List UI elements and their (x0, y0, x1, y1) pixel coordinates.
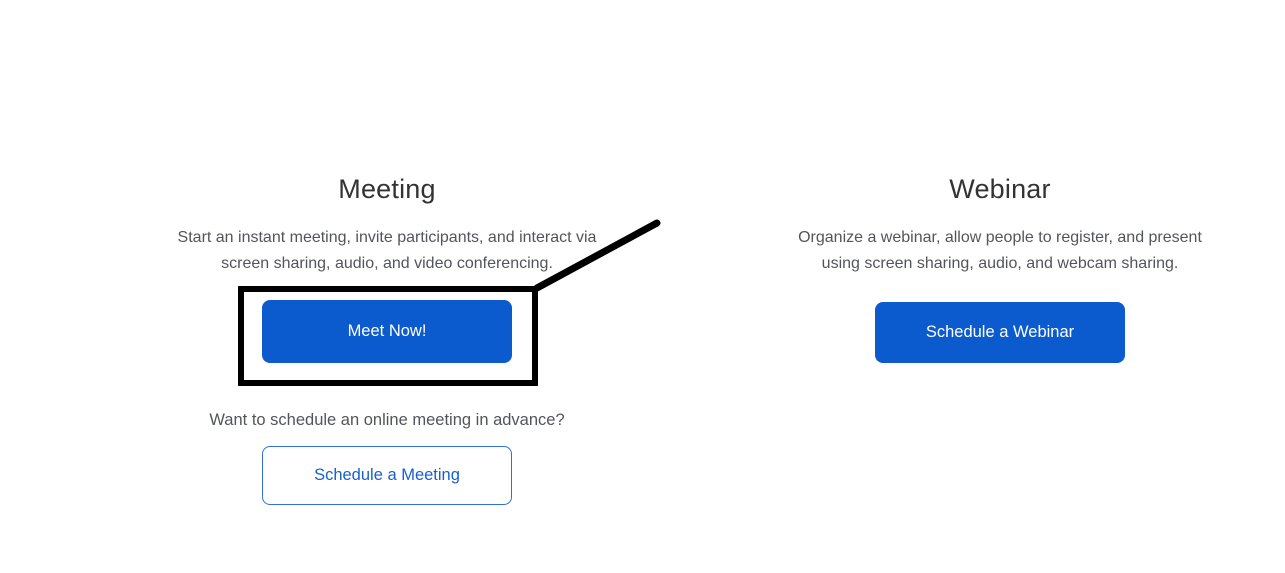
webinar-description: Organize a webinar, allow people to regi… (750, 225, 1250, 277)
meeting-title: Meeting (137, 170, 637, 208)
meeting-description: Start an instant meeting, invite partici… (137, 225, 637, 277)
webinar-description-line-2: using screen sharing, audio, and webcam … (822, 255, 1179, 272)
webinar-section: Webinar Organize a webinar, allow people… (750, 170, 1250, 363)
meet-now-button[interactable]: Meet Now! (262, 300, 512, 363)
meeting-section: Meeting Start an instant meeting, invite… (137, 170, 637, 505)
webinar-title: Webinar (750, 170, 1250, 208)
meeting-description-line-2: screen sharing, audio, and video confere… (221, 255, 553, 272)
meeting-description-line-1: Start an instant meeting, invite partici… (178, 229, 597, 246)
schedule-webinar-button[interactable]: Schedule a Webinar (875, 302, 1125, 363)
page: Meeting Start an instant meeting, invite… (0, 0, 1285, 573)
schedule-meeting-button[interactable]: Schedule a Meeting (262, 446, 512, 505)
webinar-description-line-1: Organize a webinar, allow people to regi… (798, 229, 1202, 246)
schedule-meeting-prompt: Want to schedule an online meeting in ad… (137, 411, 637, 430)
